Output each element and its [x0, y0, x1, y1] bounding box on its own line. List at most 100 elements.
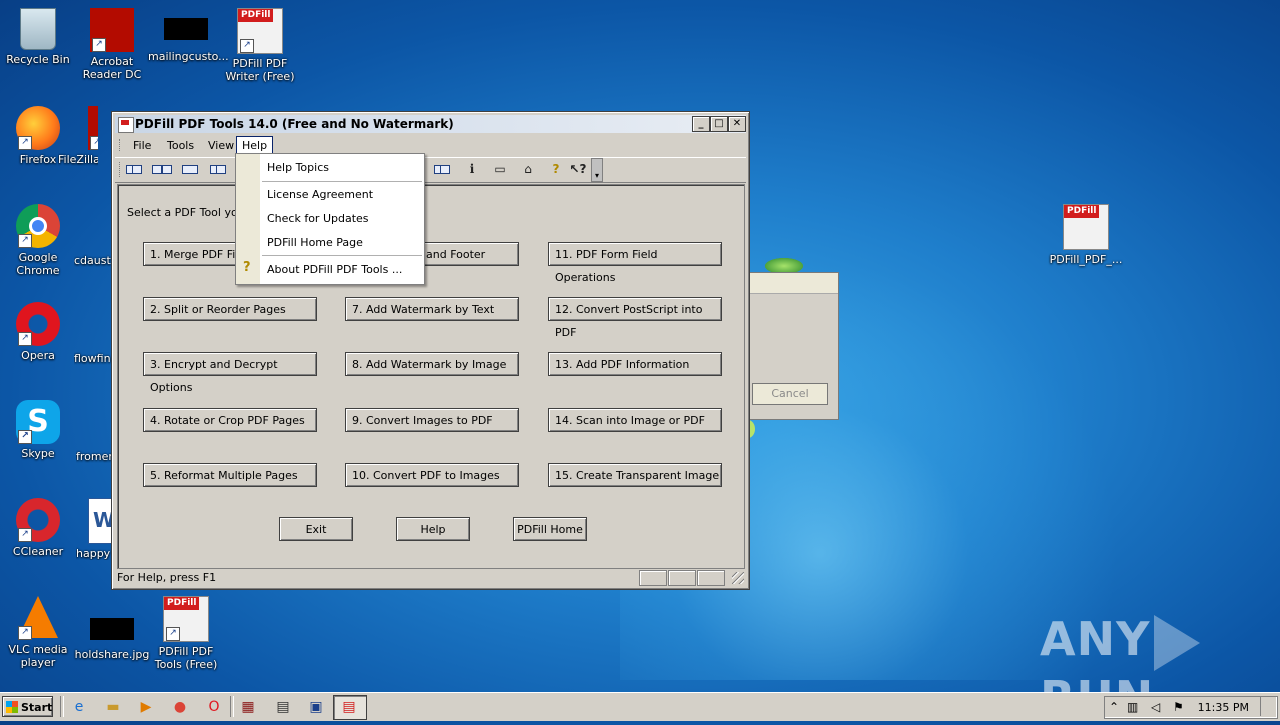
split-reorder-button[interactable]: 2. Split or Reorder Pages	[143, 297, 317, 321]
desktop-icon-skype[interactable]: S ↗ Skype	[0, 400, 76, 460]
pdf-to-images-button[interactable]: 10. Convert PDF to Images	[345, 463, 519, 487]
split-tool-icon[interactable]	[152, 161, 172, 178]
desktop-icon-opera[interactable]: ↗ Opera	[0, 302, 76, 362]
desktop-icon-pdffill-writer[interactable]: PDFill ↗ PDFill PDF Writer (Free)	[222, 8, 298, 83]
menu-help-topics[interactable]: Help Topics	[267, 161, 329, 174]
toolbar-overflow-chevron-icon[interactable]: ▾	[591, 158, 603, 182]
window-titlebar[interactable]: PDFill PDF Tools 14.0 (Free and No Water…	[115, 115, 746, 133]
help-button[interactable]: Help	[396, 517, 470, 541]
desktop-icon-recycle-bin[interactable]: Recycle Bin	[0, 8, 76, 66]
status-pane	[668, 570, 696, 586]
background-dialog: Cancel	[740, 272, 839, 420]
desktop-icon-flowfin[interactable]: flowfin	[74, 352, 112, 365]
pdf-information-button[interactable]: 13. Add PDF Information	[548, 352, 722, 376]
tools-panel: Select a PDF Tool you c 1. Merge PDF Fil…	[117, 184, 745, 569]
info-icon[interactable]: i	[463, 161, 481, 178]
menu-home-page[interactable]: PDFill Home Page	[267, 236, 363, 249]
desktop-icon-label: fromen	[76, 450, 112, 463]
firefox-icon: ↗	[16, 106, 60, 150]
desktop-icon-label: Recycle Bin	[6, 53, 70, 66]
cancel-button[interactable]: Cancel	[752, 383, 828, 405]
file-icon	[164, 18, 208, 40]
desktop-icon-label: PDFill PDF Tools (Free)	[154, 645, 218, 671]
desktop-icon-chrome[interactable]: ↗ Google Chrome	[0, 204, 76, 277]
clock[interactable]: 11:35 PM	[1198, 701, 1249, 714]
encrypt-decrypt-button[interactable]: 3. Encrypt and Decrypt Options	[143, 352, 317, 394]
menu-view[interactable]: View	[202, 137, 240, 154]
watermark-image-button[interactable]: 8. Add Watermark by Image	[345, 352, 519, 376]
desktop-icon-holdshare[interactable]: holdshare.jpg	[74, 606, 150, 661]
volume-icon[interactable]: ◁	[1151, 700, 1160, 714]
statusbar: For Help, press F1	[115, 569, 746, 586]
vlc-icon: ↗	[16, 596, 60, 640]
desktop-icon-pdffill-tools[interactable]: PDFill ↗ PDFill PDF Tools (Free)	[148, 596, 224, 671]
rotate-tool-icon[interactable]	[209, 161, 227, 178]
desktop-icon-label: flowfin	[74, 352, 111, 365]
filezilla-icon: ↗	[88, 106, 98, 150]
desktop-icon-mailing[interactable]: mailingcusto...	[148, 8, 229, 63]
toolbar: i ▭ ⌂ ? ↖? ▾	[115, 157, 746, 183]
menu-check-updates[interactable]: Check for Updates	[267, 212, 369, 225]
merge-tool-icon[interactable]	[125, 161, 143, 178]
opera-taskbar-icon[interactable]: O	[204, 697, 224, 717]
desktop-icon-pdffill-installer[interactable]: PDFill PDFill_PDF_...	[1048, 204, 1124, 266]
pdffill-taskbar-icon[interactable]: ▤	[273, 697, 293, 717]
menu-license-agreement[interactable]: License Agreement	[267, 188, 373, 201]
desktop-icon-acrobat[interactable]: ↗ Acrobat Reader DC	[74, 8, 150, 81]
postscript-to-pdf-button[interactable]: 12. Convert PostScript into PDF	[548, 297, 722, 339]
form-field-button[interactable]: 11. PDF Form Field Operations	[548, 242, 722, 284]
watermark-text-button[interactable]: 7. Add Watermark by Text	[345, 297, 519, 321]
scanner-icon[interactable]: ▭	[491, 161, 509, 178]
chrome-taskbar-icon[interactable]: ●	[170, 697, 190, 717]
encrypt-tool-icon[interactable]	[181, 161, 199, 178]
minimize-button[interactable]: _	[692, 116, 710, 132]
desktop-icon-label: FileZilla	[58, 153, 98, 166]
help-menu-dropdown: Help Topics License Agreement Check for …	[235, 153, 425, 285]
menu-tools[interactable]: Tools	[161, 137, 200, 154]
desktop-icon-fromen[interactable]: fromen	[76, 450, 112, 463]
image-icon	[90, 618, 134, 640]
reformat-pages-button[interactable]: 5. Reformat Multiple Pages	[143, 463, 317, 487]
desktop-icon-label: holdshare.jpg	[74, 648, 150, 661]
desktop-icon-filezilla[interactable]: ↗ FileZilla	[58, 106, 98, 166]
ie-icon[interactable]: e	[69, 697, 89, 717]
rotate-crop-button[interactable]: 4. Rotate or Crop PDF Pages	[143, 408, 317, 432]
scan-button[interactable]: 14. Scan into Image or PDF	[548, 408, 722, 432]
background-dialog-titlebar	[741, 273, 838, 294]
transparent-image-icon[interactable]: ⌂	[519, 161, 537, 178]
desktop-icon-vlc[interactable]: ↗ VLC media player	[0, 596, 76, 669]
desktop-icon-label: Acrobat Reader DC	[82, 55, 142, 81]
menu-file[interactable]: File	[127, 137, 157, 154]
media-player-icon[interactable]: ▶	[136, 697, 156, 717]
menu-separator	[262, 181, 422, 182]
transparent-image-button[interactable]: 15. Create Transparent Image	[548, 463, 722, 487]
convert-tool-icon[interactable]	[433, 161, 451, 178]
installer-icon: PDFill	[1063, 204, 1109, 250]
show-desktop-button[interactable]	[1260, 697, 1277, 716]
winrar-icon[interactable]: ▦	[238, 697, 258, 717]
pdffill-app-icon[interactable]	[118, 117, 134, 133]
exit-button[interactable]: Exit	[279, 517, 353, 541]
maximize-button[interactable]: □	[710, 116, 728, 132]
resize-grip[interactable]	[732, 572, 744, 584]
desktop-icon-happy[interactable]: W happy	[76, 498, 112, 560]
start-label: Start	[21, 701, 53, 714]
pdffill-tools-icon: PDFill ↗	[163, 596, 209, 642]
images-to-pdf-button[interactable]: 9. Convert Images to PDF	[345, 408, 519, 432]
menu-about[interactable]: About PDFill PDF Tools ...	[267, 263, 402, 276]
close-button[interactable]: ✕	[728, 116, 746, 132]
menu-separator	[262, 255, 422, 256]
desktop-icon-ccleaner[interactable]: ↗ CCleaner	[0, 498, 76, 558]
help-icon[interactable]: ?	[547, 161, 565, 178]
folder-icon[interactable]: ▬	[103, 697, 123, 717]
status-pane	[639, 570, 667, 586]
context-help-icon[interactable]: ↖?	[569, 161, 587, 178]
desktop-icon-cdaust[interactable]: cdaust	[74, 254, 112, 267]
installer-taskbar-icon[interactable]: ▣	[306, 697, 326, 717]
network-icon[interactable]: ▥	[1127, 700, 1138, 714]
pdffill-home-button[interactable]: PDFill Home	[513, 517, 587, 541]
show-hidden-icons-icon[interactable]: ⌃	[1109, 700, 1119, 714]
desktop-icon-label: CCleaner	[12, 545, 64, 558]
start-button[interactable]: Start	[2, 696, 53, 717]
action-center-flag-icon[interactable]: ⚑	[1173, 700, 1184, 714]
